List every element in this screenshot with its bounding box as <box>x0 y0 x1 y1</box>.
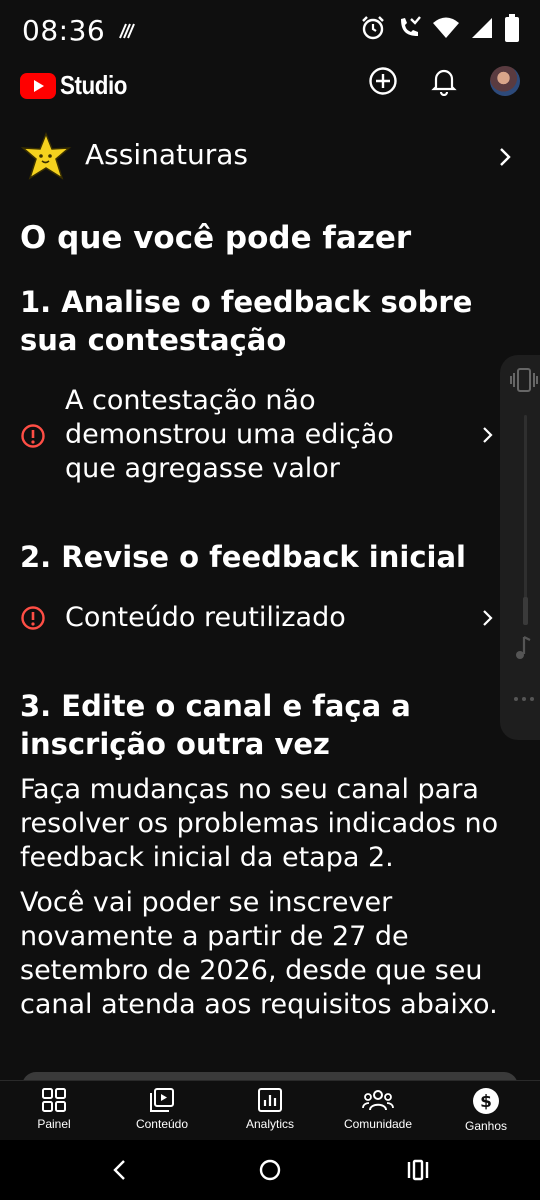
wifi-call-icon <box>401 16 421 36</box>
nav-painel-label: Painel <box>37 1117 71 1131</box>
status-time: 08:36 <box>22 14 106 47</box>
analytics-icon <box>258 1088 282 1112</box>
chevron-right-icon <box>483 427 493 443</box>
subscriptions-row[interactable]: Assinaturas <box>0 128 540 184</box>
alert-icon <box>21 424 45 448</box>
step3-paragraph-1: Faça mudanças no seu canal para resolver… <box>20 774 499 873</box>
youtube-logo-icon <box>20 72 56 99</box>
nav-analytics-label: Analytics <box>245 1117 295 1131</box>
nav-ganhos-label: Ganhos <box>464 1119 508 1133</box>
nav-analytics[interactable]: Analytics <box>216 1081 324 1141</box>
nav-conteudo[interactable]: Conteúdo <box>108 1081 216 1141</box>
music-note-icon <box>516 636 531 659</box>
wifi-icon <box>433 17 459 38</box>
notification-icon <box>119 23 135 39</box>
star-mascot-icon <box>20 132 72 180</box>
nav-ganhos[interactable]: $ Ganhos <box>432 1081 540 1141</box>
nav-painel[interactable]: Painel <box>0 1081 108 1141</box>
step3-title: 3. Edite o canal e faça a inscrição outr… <box>20 689 411 761</box>
youtube-studio-logo[interactable]: Studio <box>20 70 138 101</box>
recents-icon[interactable] <box>406 1159 430 1181</box>
back-icon[interactable] <box>110 1159 130 1181</box>
edge-panel-handle[interactable] <box>500 355 540 740</box>
step2-title: 2. Revise o feedback inicial <box>20 540 466 574</box>
step2-item-text: Conteúdo reutilizado <box>65 602 346 633</box>
vibrate-icon <box>510 368 538 392</box>
brand-name: Studio <box>60 70 127 100</box>
alert-icon <box>21 606 45 630</box>
nav-conteudo-label: Conteúdo <box>135 1117 189 1131</box>
step1-item-text: A contestação não demonstrou uma edição … <box>65 385 394 484</box>
community-icon <box>362 1090 394 1111</box>
step3-paragraph-2: Você vai poder se inscrever novamente a … <box>20 887 498 1020</box>
avatar[interactable] <box>490 66 520 96</box>
volume-slider-track[interactable] <box>523 415 528 625</box>
status-bar: 08:36 <box>0 0 540 62</box>
dashboard-icon <box>42 1088 66 1112</box>
signal-icon <box>472 18 492 38</box>
volume-slider-fill <box>523 597 528 625</box>
home-icon[interactable] <box>258 1158 282 1182</box>
subscriptions-label: Assinaturas <box>85 138 248 171</box>
bottom-navigation: Painel Conteúdo Analytics Comunidade $ G… <box>0 1080 540 1141</box>
content-icon <box>150 1088 174 1112</box>
status-icons <box>360 14 520 42</box>
nav-comunidade-label: Comunidade <box>343 1117 413 1131</box>
notifications-bell-icon[interactable] <box>430 66 458 96</box>
app-bar: Studio <box>0 62 540 108</box>
nav-comunidade[interactable]: Comunidade <box>324 1081 432 1141</box>
create-icon[interactable] <box>368 66 398 96</box>
chevron-right-icon <box>500 148 511 166</box>
earn-icon: $ <box>473 1088 499 1114</box>
svg-text:$: $ <box>480 1092 492 1112</box>
system-navigation-bar <box>0 1140 540 1200</box>
battery-icon <box>505 14 519 42</box>
page-heading: O que você pode fazer <box>20 220 412 256</box>
chevron-right-icon <box>483 610 493 626</box>
alarm-icon <box>362 16 384 40</box>
step1-title: 1. Analise o feedback sobre sua contesta… <box>20 285 473 357</box>
more-icon[interactable] <box>512 695 536 703</box>
